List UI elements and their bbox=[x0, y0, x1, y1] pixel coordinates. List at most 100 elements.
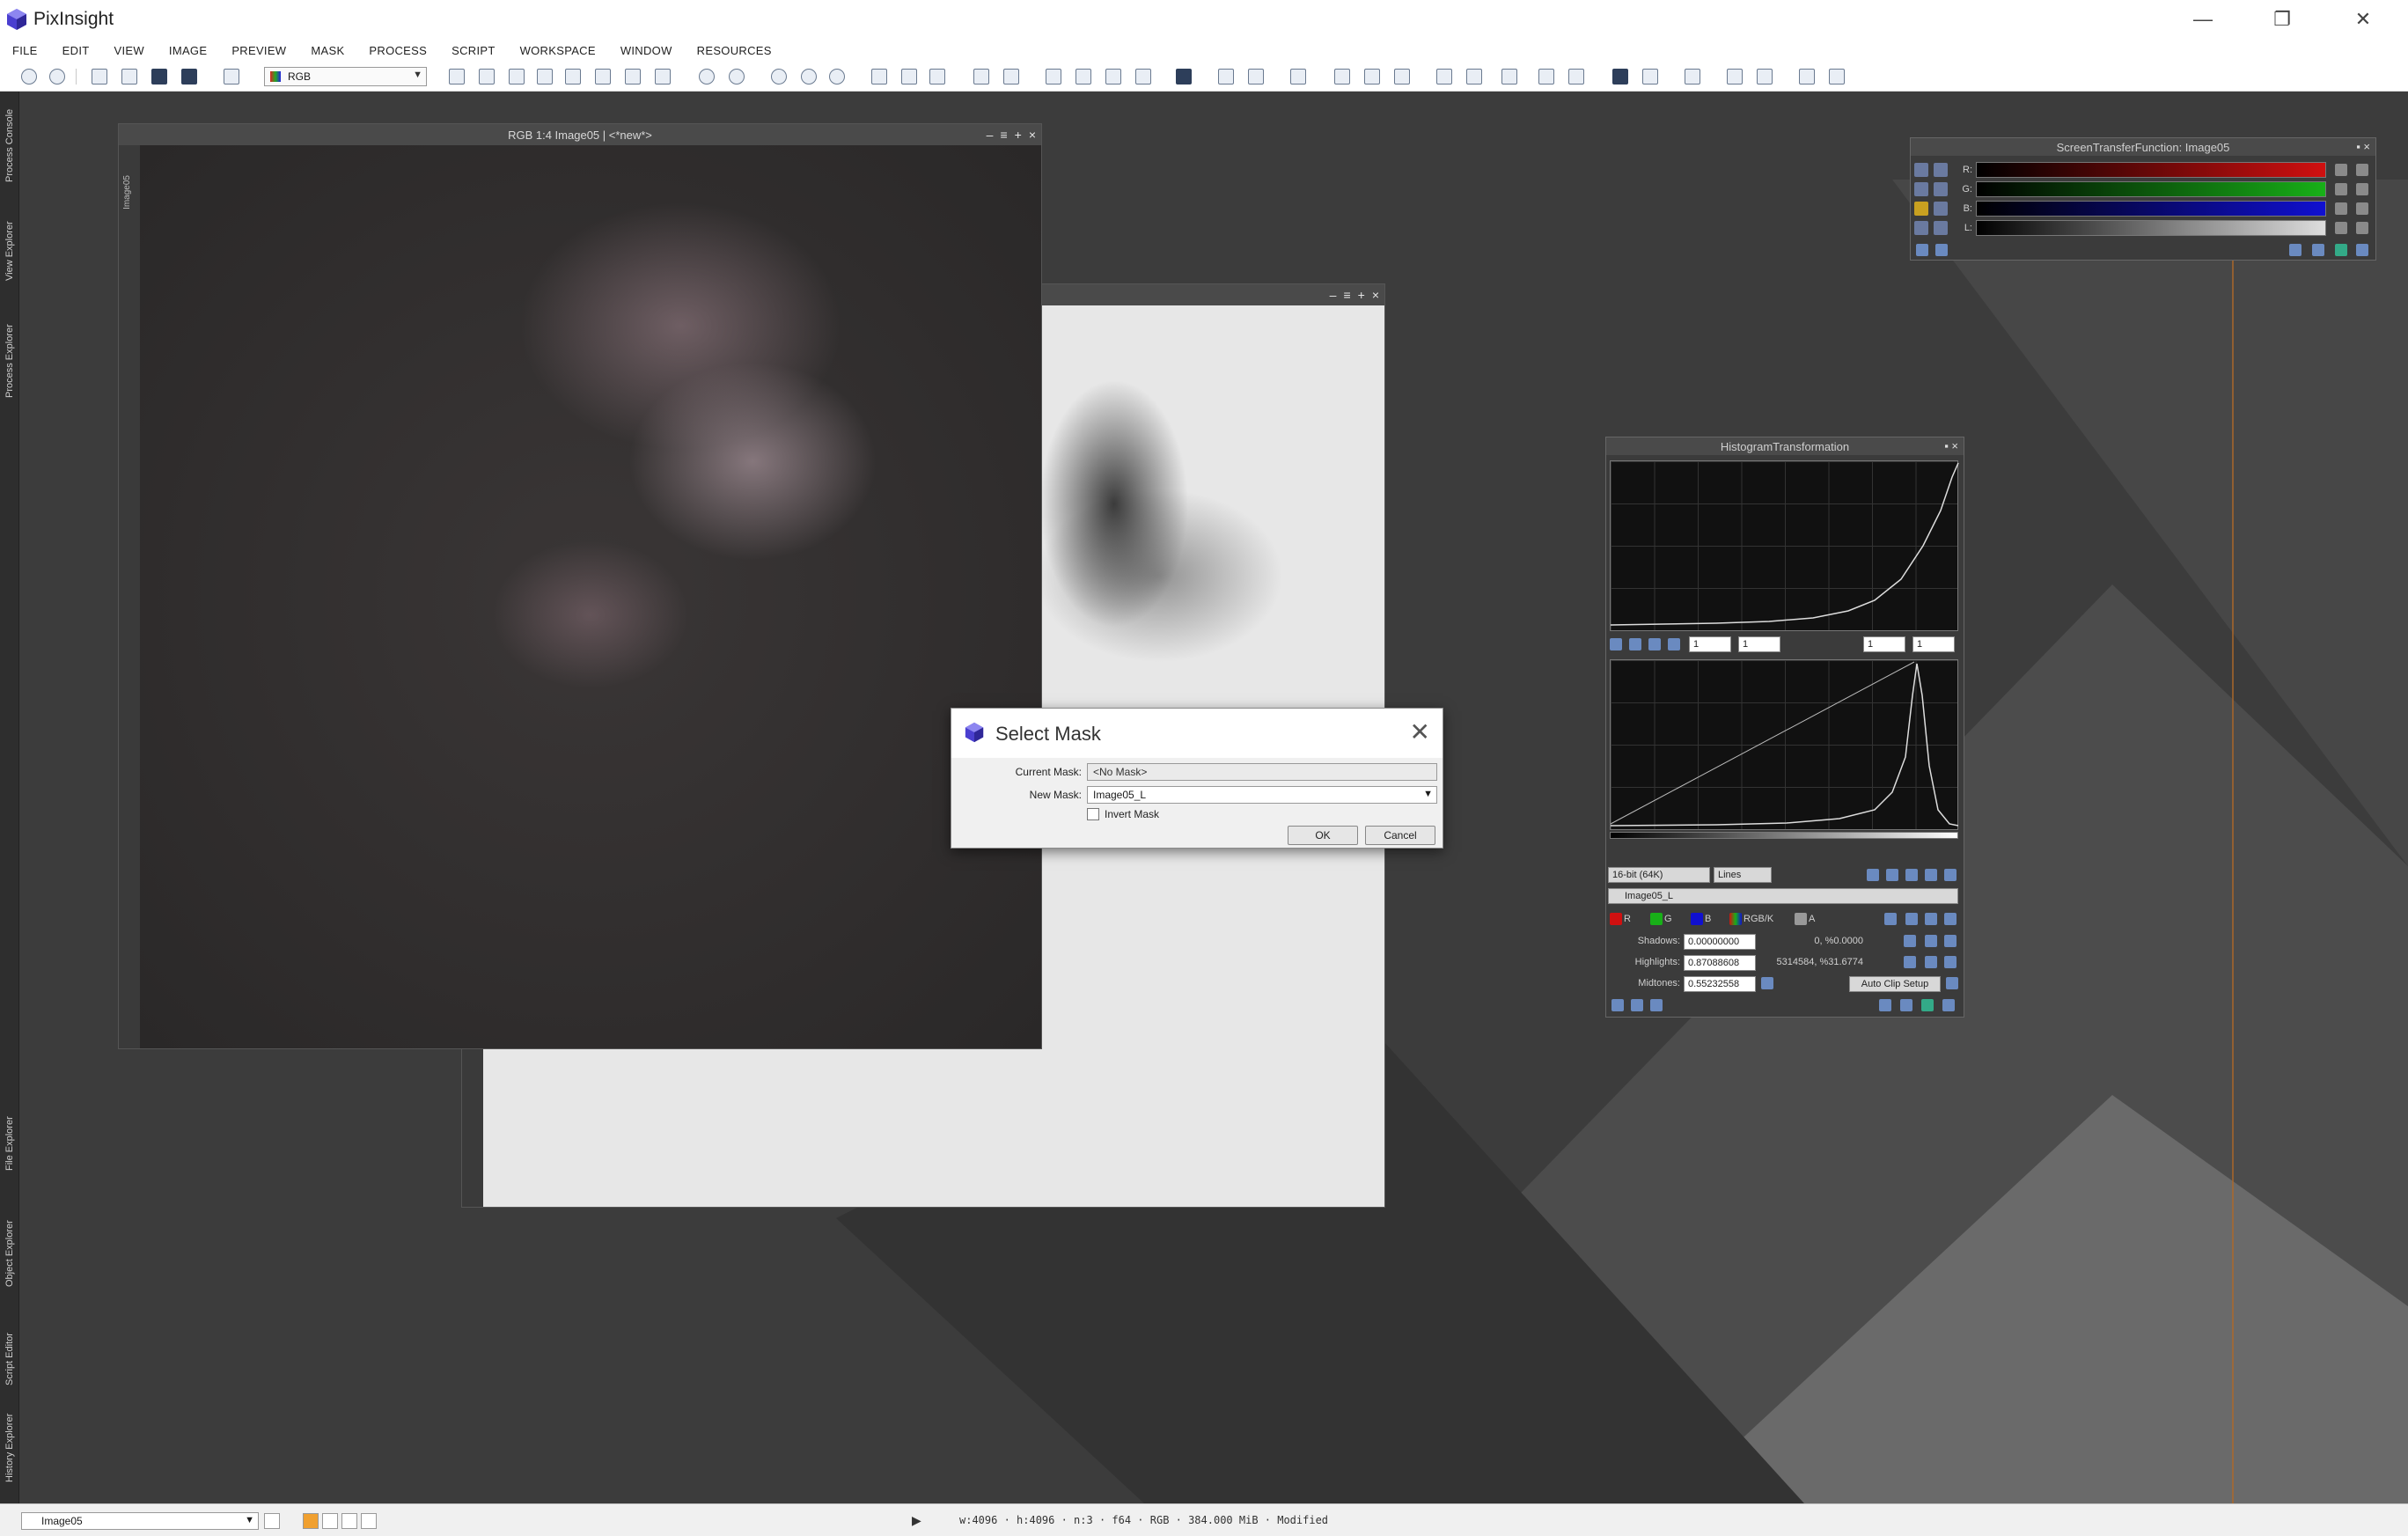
workspace-4-icon[interactable] bbox=[361, 1513, 377, 1529]
update-icon[interactable] bbox=[1829, 69, 1845, 85]
apply-icon[interactable] bbox=[1631, 999, 1643, 1011]
menu-script[interactable]: SCRIPT bbox=[452, 44, 495, 57]
channel-r-icon[interactable] bbox=[1334, 69, 1350, 85]
menu-window[interactable]: WINDOW bbox=[620, 44, 672, 57]
midtones-input[interactable]: 0.55232558 bbox=[1684, 976, 1756, 992]
readout-mode-icon[interactable] bbox=[449, 69, 465, 85]
channel-g-swatch[interactable] bbox=[1650, 913, 1663, 925]
graph-option-2-icon[interactable] bbox=[1886, 869, 1898, 881]
explorer-icon[interactable] bbox=[1685, 69, 1700, 85]
expand-icon[interactable] bbox=[1900, 999, 1912, 1011]
pointer-icon[interactable] bbox=[1934, 163, 1948, 177]
channel-rgbk-swatch[interactable] bbox=[1729, 913, 1742, 925]
restore-button[interactable]: ❐ bbox=[2243, 0, 2322, 39]
new-mask-select[interactable]: Image05_L ▼ bbox=[1087, 786, 1437, 804]
apply-global-icon[interactable] bbox=[1650, 999, 1663, 1011]
panel-titlebar[interactable]: HistogramTransformation bbox=[1606, 437, 1964, 455]
view-select[interactable]: Image05_L bbox=[1608, 888, 1958, 904]
dock-tab-view-explorer[interactable]: View Explorer bbox=[2, 202, 18, 299]
workspace-2-icon[interactable] bbox=[1642, 69, 1658, 85]
auto-clip-highlights-icon[interactable] bbox=[1904, 956, 1916, 968]
pan-icon[interactable] bbox=[1668, 638, 1680, 650]
preview-icon[interactable] bbox=[595, 69, 611, 85]
clip-shadows-icon[interactable] bbox=[1925, 935, 1937, 947]
channel-b-swatch[interactable] bbox=[1691, 913, 1703, 925]
play-icon[interactable]: ▶ bbox=[912, 1513, 921, 1528]
dock-tab-script-editor[interactable]: Script Editor bbox=[2, 1315, 18, 1403]
new-instance-icon[interactable] bbox=[1916, 244, 1928, 256]
zoom-out-icon[interactable] bbox=[1934, 202, 1948, 216]
move-icon[interactable] bbox=[565, 69, 581, 85]
link-icon[interactable] bbox=[1914, 163, 1928, 177]
layout-cascade-icon[interactable] bbox=[1501, 69, 1517, 85]
reset-icon[interactable] bbox=[2335, 164, 2347, 176]
workspace-1-icon[interactable] bbox=[303, 1513, 319, 1529]
zoom-fit-window-icon[interactable] bbox=[801, 69, 817, 85]
workspace-2-icon[interactable] bbox=[322, 1513, 338, 1529]
settings-icon[interactable] bbox=[2356, 164, 2368, 176]
reset-highlights-icon[interactable] bbox=[1944, 956, 1956, 968]
close-button[interactable]: ✕ bbox=[2324, 0, 2403, 39]
zoom-h2-field[interactable]: 1 bbox=[1863, 636, 1905, 652]
stf-bar-l[interactable] bbox=[1976, 220, 2326, 236]
window-titlebar[interactable]: RGB 1:4 Image05 | <*new*> bbox=[119, 124, 1041, 145]
reset-icon[interactable] bbox=[2356, 244, 2368, 256]
zoom-v-field[interactable]: 1 bbox=[1738, 636, 1780, 652]
menu-workspace[interactable]: WORKSPACE bbox=[520, 44, 596, 57]
panel-buttons[interactable]: ▪ × bbox=[2356, 140, 2370, 153]
radiation-icon[interactable] bbox=[1914, 202, 1928, 216]
auto-clip-shadows-icon[interactable] bbox=[1904, 935, 1916, 947]
graph-style-select[interactable]: Lines bbox=[1714, 867, 1772, 883]
zoom-in-icon[interactable] bbox=[1914, 182, 1928, 196]
menu-mask[interactable]: MASK bbox=[311, 44, 344, 57]
new-image-icon[interactable] bbox=[224, 69, 239, 85]
reset-icon[interactable] bbox=[1942, 999, 1955, 1011]
arrow-down-icon[interactable] bbox=[1842, 638, 1854, 650]
zoom-full-icon[interactable] bbox=[829, 69, 845, 85]
dock-tab-history-explorer[interactable]: History Explorer bbox=[2, 1400, 18, 1496]
invert-mask-checkbox[interactable] bbox=[1087, 808, 1099, 820]
graph-option-5-icon[interactable] bbox=[1944, 869, 1956, 881]
dock-tab-file-explorer[interactable]: File Explorer bbox=[2, 1095, 18, 1192]
save-as-icon[interactable] bbox=[151, 69, 167, 85]
stf-bar-b[interactable] bbox=[1976, 201, 2326, 217]
reset-midtones-icon[interactable] bbox=[1761, 977, 1773, 989]
move-icon[interactable] bbox=[2356, 202, 2368, 215]
layout-tile-v-icon[interactable] bbox=[1568, 69, 1584, 85]
window-close-icon[interactable]: × bbox=[1029, 128, 1036, 142]
settings-icon[interactable] bbox=[1925, 913, 1937, 925]
zoom-fit-icon[interactable] bbox=[1610, 638, 1622, 650]
reset-icon[interactable] bbox=[2335, 202, 2347, 215]
active-view-select[interactable]: Image05 ▼ bbox=[21, 1512, 259, 1530]
histogram-input-view[interactable] bbox=[1610, 460, 1959, 631]
reset-icon[interactable] bbox=[2335, 183, 2347, 195]
preview-toggle-icon[interactable] bbox=[1879, 999, 1891, 1011]
zoom-in-icon[interactable] bbox=[699, 69, 715, 85]
pan-icon[interactable] bbox=[537, 69, 553, 85]
window-shrink-icon[interactable] bbox=[929, 69, 945, 85]
layout-left-icon[interactable] bbox=[1436, 69, 1452, 85]
zoom-x-icon[interactable] bbox=[1648, 638, 1661, 650]
layout-tile-h-icon[interactable] bbox=[1538, 69, 1554, 85]
histogram-output-view[interactable] bbox=[1610, 659, 1959, 830]
workspace-1-icon[interactable] bbox=[1612, 69, 1628, 85]
highlights-input[interactable]: 0.87088608 bbox=[1684, 955, 1756, 971]
shadows-input[interactable]: 0.00000000 bbox=[1684, 934, 1756, 950]
close-image-icon[interactable] bbox=[181, 69, 197, 85]
dock-tab-object-explorer[interactable]: Object Explorer bbox=[2, 1201, 18, 1306]
edit-preview-icon[interactable] bbox=[625, 69, 641, 85]
layout-right-icon[interactable] bbox=[1466, 69, 1482, 85]
expand-icon[interactable] bbox=[1946, 977, 1958, 989]
arrows-icon[interactable] bbox=[1934, 221, 1948, 235]
stf-bar-r[interactable] bbox=[1976, 162, 2326, 178]
menu-process[interactable]: PROCESS bbox=[369, 44, 427, 57]
window-maximize-icon[interactable]: + bbox=[1015, 128, 1022, 142]
channel-b-icon[interactable] bbox=[1394, 69, 1410, 85]
save-icon[interactable] bbox=[121, 69, 137, 85]
stf-auto-icon[interactable] bbox=[1218, 69, 1234, 85]
window-maximize-icon[interactable]: + bbox=[1358, 288, 1365, 302]
zoom-fit-icon[interactable] bbox=[479, 69, 495, 85]
menu-edit[interactable]: EDIT bbox=[62, 44, 90, 57]
clip-highlights-icon[interactable] bbox=[1925, 956, 1937, 968]
zoom-v2-field[interactable]: 1 bbox=[1912, 636, 1955, 652]
